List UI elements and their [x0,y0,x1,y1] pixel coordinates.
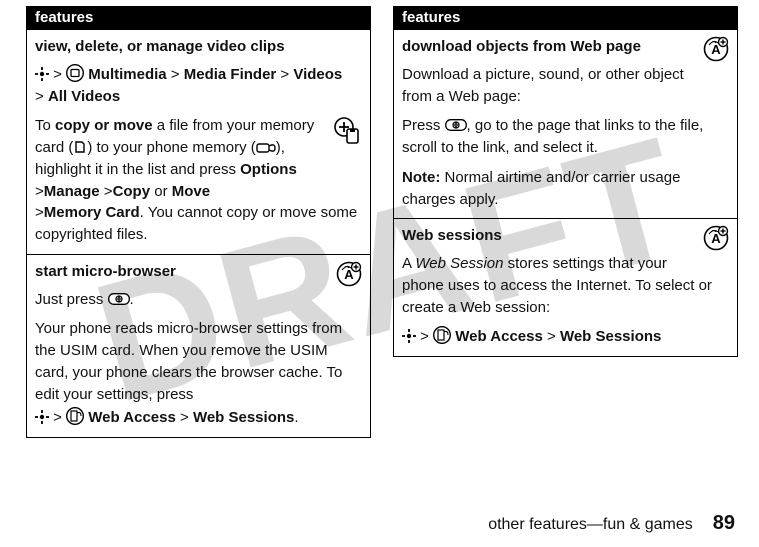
webaccess-ring-icon [433,326,451,344]
cell-title: start micro-browser [35,261,362,283]
nav-move: Move [172,183,210,200]
nav-webaccess: Web Access [88,409,176,426]
left-features-table: features view, delete, or manage video c… [26,6,371,438]
nav-memorycard: Memory Card [44,204,140,221]
txt: Just press [35,291,108,308]
right-cell-download: A download objects from Web page Downloa… [394,30,738,219]
left-table-header: features [27,7,371,30]
txt: To [35,117,55,134]
nav-path-websessions2: > Web Access > Web Sessions [402,326,729,348]
txt: Press [402,117,445,134]
web-key-icon [445,119,467,131]
center-key-icon [35,67,49,81]
right-cell-websessions: A Web sessions A Web Session stores sett… [394,219,738,357]
txt: . [130,291,134,308]
page-footer: other features—fun & games 89 [488,512,735,535]
cell-title: view, delete, or manage video clips [35,36,362,58]
nav-websessions: Web Sessions [560,328,661,345]
txt: . [294,409,298,426]
right-table-header: features [394,7,738,30]
network-badge-icon: A [336,261,362,287]
cell-title: download objects from Web page [402,36,729,58]
websession-italic: Web Session [415,255,503,272]
nav-webaccess: Web Access [455,328,543,345]
left-cell-browser: A start micro-browser Just press . Your … [27,254,371,437]
left-column: features view, delete, or manage video c… [26,6,371,438]
browser-settings-paragraph: Your phone reads micro-browser settings … [35,318,362,405]
memory-badge-icon [334,117,362,145]
download-intro: Download a picture, sound, or other obje… [402,64,729,108]
note-line: Note: Normal airtime and/or carrier usag… [402,167,729,211]
multimedia-ring-icon [66,64,84,82]
nav-allvideos: All Videos [48,88,120,105]
cell-title: Web sessions [402,225,729,247]
websession-intro: A Web Session stores settings that your … [402,253,729,318]
note-label: Note: [402,169,440,186]
copy-move-bold: copy or move [55,117,153,134]
center-key-icon [35,410,49,424]
network-badge-icon: A [703,36,729,62]
note-body: Normal airtime and/or carrier usage char… [402,169,680,208]
center-key-icon [402,329,416,343]
footer-section: other features—fun & games [488,516,693,534]
nav-path-videos: > Multimedia > Media Finder > Videos > A… [35,64,362,108]
txt-or: or [150,183,172,200]
web-key-icon [108,293,130,305]
download-steps: Press , go to the page that links to the… [402,115,729,159]
nav-options: Options [240,161,297,178]
txt: ) to your phone memory ( [87,139,255,156]
right-features-table: features A download objects from Web pag… [393,6,738,357]
txt: A [402,255,415,272]
footer-page-number: 89 [713,512,735,535]
copy-move-paragraph: To copy or move a file from your memory … [35,115,362,246]
phone-memory-icon [256,142,276,154]
memory-card-icon [73,140,87,154]
webaccess-ring-icon [66,407,84,425]
right-column: features A download objects from Web pag… [393,6,738,438]
just-press-line: Just press . [35,289,362,311]
nav-videos: Videos [293,66,342,83]
nav-multimedia: Multimedia [88,66,166,83]
nav-mediafinder: Media Finder [184,66,277,83]
nav-copy: Copy [113,183,151,200]
nav-manage: Manage [44,183,100,200]
nav-websessions: Web Sessions [193,409,294,426]
content-columns: features view, delete, or manage video c… [0,0,759,438]
network-badge-icon: A [703,225,729,251]
nav-path-websessions: > Web Access > Web Sessions. [35,407,362,429]
left-cell-video: view, delete, or manage video clips > Mu… [27,30,371,255]
